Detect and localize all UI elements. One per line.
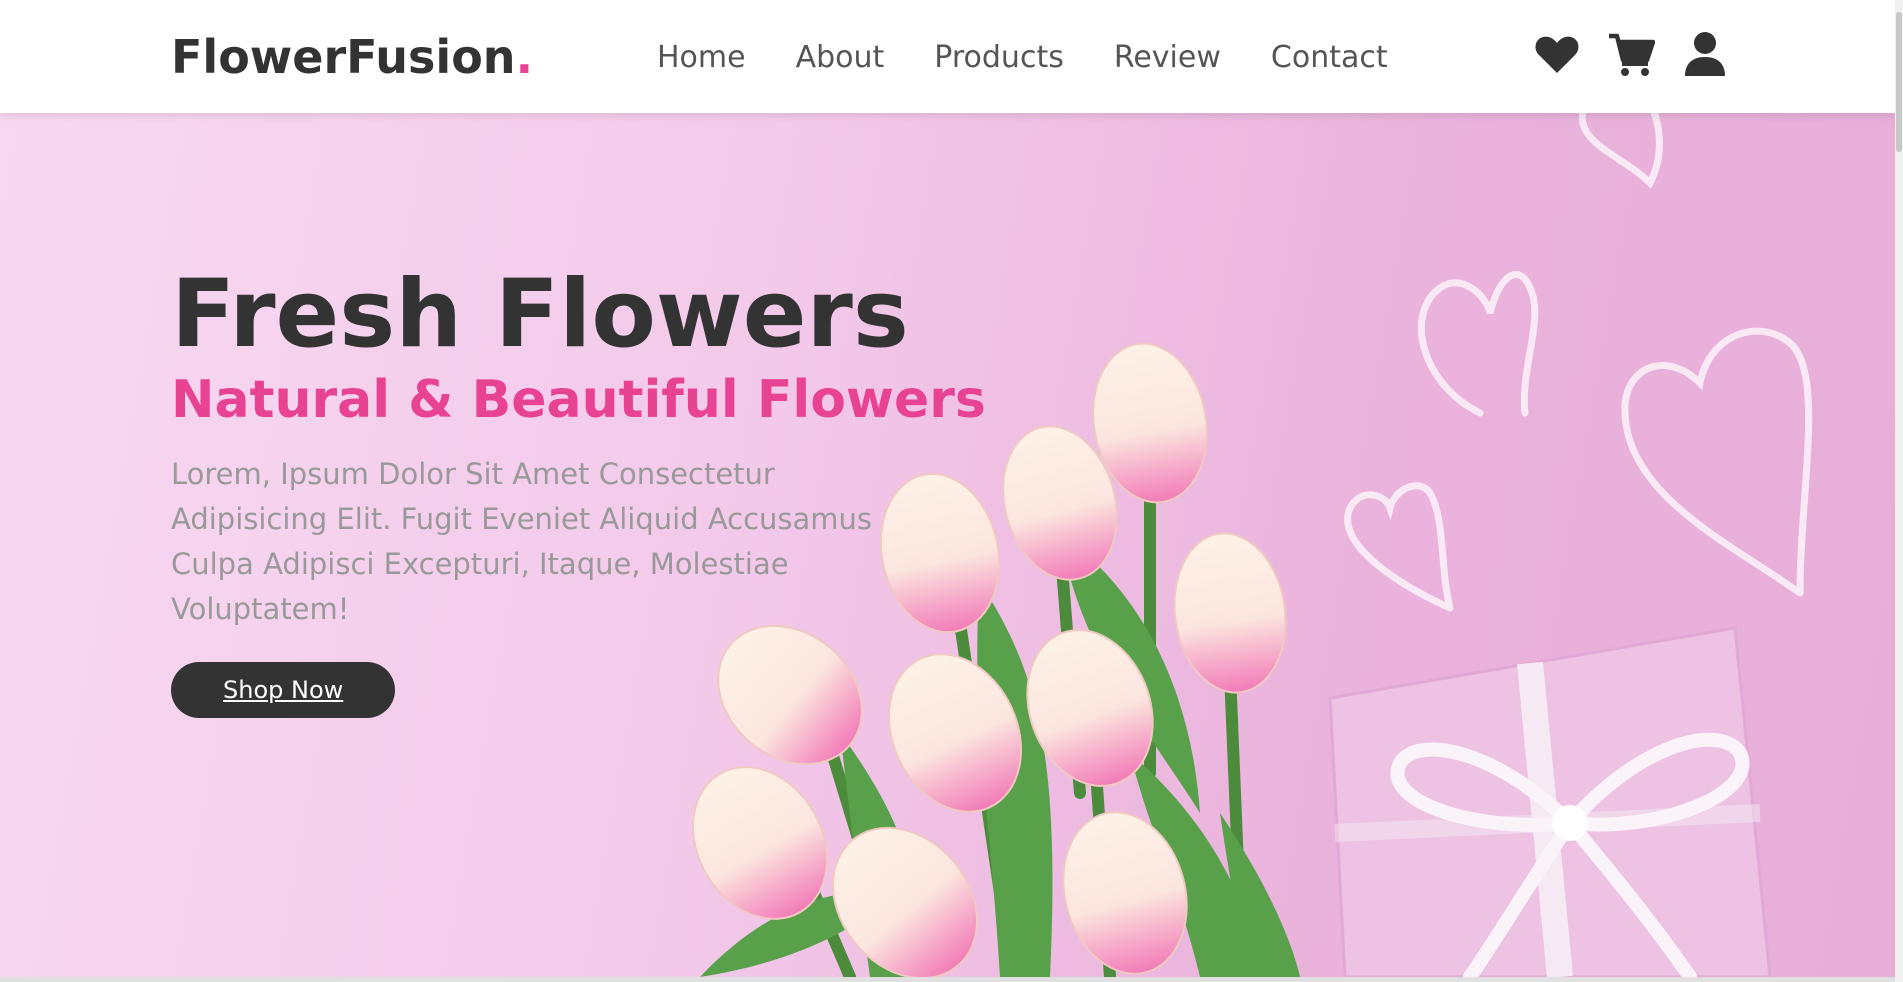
- nav-link-review[interactable]: Review: [1114, 40, 1221, 75]
- site-header: FlowerFusion. Home About Products Review…: [0, 0, 1895, 113]
- vertical-scrollbar[interactable]: [1895, 0, 1903, 982]
- hero-section: Fresh Flowers Natural & Beautiful Flower…: [0, 113, 1895, 977]
- hero-subtitle: Natural & Beautiful Flowers: [171, 370, 986, 431]
- gift-box-graphic: [1328, 626, 1772, 977]
- hero-title: Fresh Flowers: [171, 260, 909, 369]
- scrollbar-thumb[interactable]: [1896, 12, 1902, 152]
- shopping-cart-icon[interactable]: [1607, 30, 1655, 78]
- page-bottom-edge: [0, 977, 1895, 982]
- header-icons: [1533, 30, 1729, 78]
- user-icon[interactable]: [1681, 30, 1729, 78]
- nav-link-home[interactable]: Home: [657, 40, 746, 75]
- heart-icon[interactable]: [1533, 30, 1581, 78]
- nav-link-contact[interactable]: Contact: [1271, 40, 1388, 75]
- brand-logo-dot: .: [515, 30, 534, 84]
- brand-logo[interactable]: FlowerFusion.: [171, 30, 533, 84]
- hero-description: Lorem, Ipsum Dolor Sit Amet Consectetur …: [171, 456, 873, 626]
- brand-logo-text: FlowerFusion: [171, 30, 516, 84]
- main-nav: Home About Products Review Contact: [657, 40, 1438, 75]
- shop-now-button[interactable]: Shop Now: [171, 661, 396, 718]
- hero-content: Fresh Flowers Natural & Beautiful Flower…: [171, 260, 986, 718]
- nav-link-products[interactable]: Products: [934, 40, 1064, 75]
- nav-link-about[interactable]: About: [796, 40, 885, 75]
